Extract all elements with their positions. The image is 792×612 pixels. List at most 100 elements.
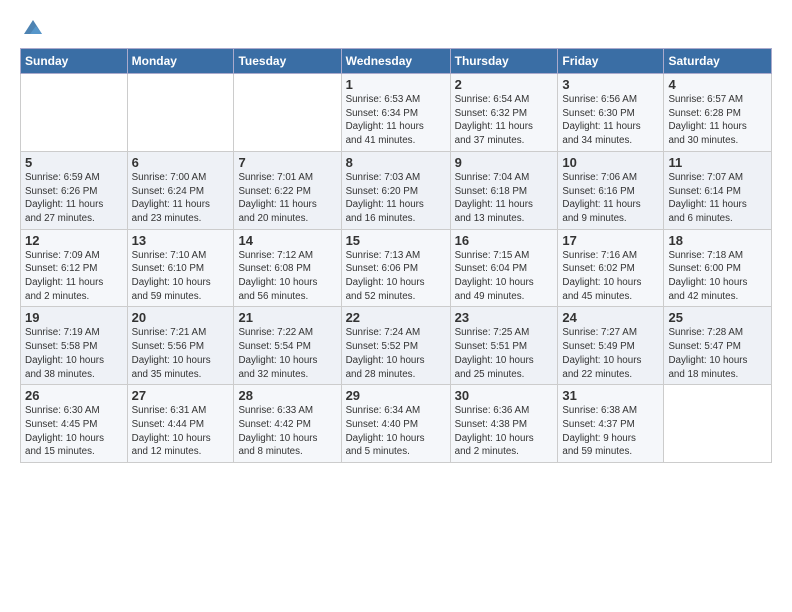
day-info: Sunrise: 7:22 AM Sunset: 5:54 PM Dayligh… — [238, 326, 336, 381]
day-cell: 18Sunrise: 7:18 AM Sunset: 6:00 PM Dayli… — [664, 229, 772, 307]
weekday-header-monday: Monday — [127, 49, 234, 74]
day-cell: 10Sunrise: 7:06 AM Sunset: 6:16 PM Dayli… — [558, 151, 664, 229]
day-number: 14 — [238, 233, 336, 248]
day-cell: 27Sunrise: 6:31 AM Sunset: 4:44 PM Dayli… — [127, 385, 234, 463]
day-cell: 11Sunrise: 7:07 AM Sunset: 6:14 PM Dayli… — [664, 151, 772, 229]
weekday-header-tuesday: Tuesday — [234, 49, 341, 74]
day-info: Sunrise: 7:09 AM Sunset: 6:12 PM Dayligh… — [25, 249, 123, 304]
day-number: 25 — [668, 310, 767, 325]
day-info: Sunrise: 7:06 AM Sunset: 6:16 PM Dayligh… — [562, 171, 659, 226]
day-cell: 26Sunrise: 6:30 AM Sunset: 4:45 PM Dayli… — [21, 385, 128, 463]
day-number: 24 — [562, 310, 659, 325]
day-info: Sunrise: 7:21 AM Sunset: 5:56 PM Dayligh… — [132, 326, 230, 381]
day-number: 28 — [238, 388, 336, 403]
weekday-header-sunday: Sunday — [21, 49, 128, 74]
day-cell: 6Sunrise: 7:00 AM Sunset: 6:24 PM Daylig… — [127, 151, 234, 229]
day-info: Sunrise: 7:18 AM Sunset: 6:00 PM Dayligh… — [668, 249, 767, 304]
day-number: 15 — [346, 233, 446, 248]
day-cell: 15Sunrise: 7:13 AM Sunset: 6:06 PM Dayli… — [341, 229, 450, 307]
day-info: Sunrise: 7:10 AM Sunset: 6:10 PM Dayligh… — [132, 249, 230, 304]
day-info: Sunrise: 7:25 AM Sunset: 5:51 PM Dayligh… — [455, 326, 554, 381]
header — [20, 16, 772, 38]
day-number: 11 — [668, 155, 767, 170]
day-info: Sunrise: 7:01 AM Sunset: 6:22 PM Dayligh… — [238, 171, 336, 226]
day-number: 23 — [455, 310, 554, 325]
day-cell — [127, 74, 234, 152]
day-number: 27 — [132, 388, 230, 403]
day-info: Sunrise: 7:28 AM Sunset: 5:47 PM Dayligh… — [668, 326, 767, 381]
day-number: 3 — [562, 77, 659, 92]
weekday-header-saturday: Saturday — [664, 49, 772, 74]
day-number: 10 — [562, 155, 659, 170]
week-row-5: 26Sunrise: 6:30 AM Sunset: 4:45 PM Dayli… — [21, 385, 772, 463]
day-number: 5 — [25, 155, 123, 170]
day-cell: 22Sunrise: 7:24 AM Sunset: 5:52 PM Dayli… — [341, 307, 450, 385]
day-number: 19 — [25, 310, 123, 325]
week-row-1: 1Sunrise: 6:53 AM Sunset: 6:34 PM Daylig… — [21, 74, 772, 152]
day-cell: 29Sunrise: 6:34 AM Sunset: 4:40 PM Dayli… — [341, 385, 450, 463]
day-cell — [664, 385, 772, 463]
day-number: 18 — [668, 233, 767, 248]
day-cell — [21, 74, 128, 152]
day-cell: 9Sunrise: 7:04 AM Sunset: 6:18 PM Daylig… — [450, 151, 558, 229]
day-info: Sunrise: 6:36 AM Sunset: 4:38 PM Dayligh… — [455, 404, 554, 459]
day-cell: 13Sunrise: 7:10 AM Sunset: 6:10 PM Dayli… — [127, 229, 234, 307]
day-cell — [234, 74, 341, 152]
day-info: Sunrise: 6:31 AM Sunset: 4:44 PM Dayligh… — [132, 404, 230, 459]
calendar-table: SundayMondayTuesdayWednesdayThursdayFrid… — [20, 48, 772, 463]
day-info: Sunrise: 6:34 AM Sunset: 4:40 PM Dayligh… — [346, 404, 446, 459]
day-cell: 31Sunrise: 6:38 AM Sunset: 4:37 PM Dayli… — [558, 385, 664, 463]
weekday-header-friday: Friday — [558, 49, 664, 74]
day-info: Sunrise: 7:07 AM Sunset: 6:14 PM Dayligh… — [668, 171, 767, 226]
day-cell: 14Sunrise: 7:12 AM Sunset: 6:08 PM Dayli… — [234, 229, 341, 307]
day-info: Sunrise: 7:24 AM Sunset: 5:52 PM Dayligh… — [346, 326, 446, 381]
day-number: 9 — [455, 155, 554, 170]
day-cell: 2Sunrise: 6:54 AM Sunset: 6:32 PM Daylig… — [450, 74, 558, 152]
day-cell: 25Sunrise: 7:28 AM Sunset: 5:47 PM Dayli… — [664, 307, 772, 385]
day-info: Sunrise: 7:00 AM Sunset: 6:24 PM Dayligh… — [132, 171, 230, 226]
day-cell: 23Sunrise: 7:25 AM Sunset: 5:51 PM Dayli… — [450, 307, 558, 385]
day-number: 6 — [132, 155, 230, 170]
day-cell: 19Sunrise: 7:19 AM Sunset: 5:58 PM Dayli… — [21, 307, 128, 385]
logo-icon — [22, 16, 44, 38]
week-row-3: 12Sunrise: 7:09 AM Sunset: 6:12 PM Dayli… — [21, 229, 772, 307]
day-number: 31 — [562, 388, 659, 403]
day-cell: 7Sunrise: 7:01 AM Sunset: 6:22 PM Daylig… — [234, 151, 341, 229]
day-cell: 28Sunrise: 6:33 AM Sunset: 4:42 PM Dayli… — [234, 385, 341, 463]
weekday-header-row: SundayMondayTuesdayWednesdayThursdayFrid… — [21, 49, 772, 74]
day-cell: 24Sunrise: 7:27 AM Sunset: 5:49 PM Dayli… — [558, 307, 664, 385]
day-info: Sunrise: 7:19 AM Sunset: 5:58 PM Dayligh… — [25, 326, 123, 381]
day-cell: 16Sunrise: 7:15 AM Sunset: 6:04 PM Dayli… — [450, 229, 558, 307]
day-number: 7 — [238, 155, 336, 170]
week-row-2: 5Sunrise: 6:59 AM Sunset: 6:26 PM Daylig… — [21, 151, 772, 229]
day-number: 21 — [238, 310, 336, 325]
day-info: Sunrise: 6:53 AM Sunset: 6:34 PM Dayligh… — [346, 93, 446, 148]
day-number: 1 — [346, 77, 446, 92]
day-cell: 21Sunrise: 7:22 AM Sunset: 5:54 PM Dayli… — [234, 307, 341, 385]
day-info: Sunrise: 6:33 AM Sunset: 4:42 PM Dayligh… — [238, 404, 336, 459]
day-cell: 30Sunrise: 6:36 AM Sunset: 4:38 PM Dayli… — [450, 385, 558, 463]
day-number: 2 — [455, 77, 554, 92]
day-cell: 3Sunrise: 6:56 AM Sunset: 6:30 PM Daylig… — [558, 74, 664, 152]
day-number: 13 — [132, 233, 230, 248]
day-info: Sunrise: 7:15 AM Sunset: 6:04 PM Dayligh… — [455, 249, 554, 304]
day-number: 30 — [455, 388, 554, 403]
week-row-4: 19Sunrise: 7:19 AM Sunset: 5:58 PM Dayli… — [21, 307, 772, 385]
day-info: Sunrise: 6:56 AM Sunset: 6:30 PM Dayligh… — [562, 93, 659, 148]
day-cell: 1Sunrise: 6:53 AM Sunset: 6:34 PM Daylig… — [341, 74, 450, 152]
day-info: Sunrise: 7:03 AM Sunset: 6:20 PM Dayligh… — [346, 171, 446, 226]
day-info: Sunrise: 7:16 AM Sunset: 6:02 PM Dayligh… — [562, 249, 659, 304]
weekday-header-thursday: Thursday — [450, 49, 558, 74]
day-number: 20 — [132, 310, 230, 325]
day-cell: 5Sunrise: 6:59 AM Sunset: 6:26 PM Daylig… — [21, 151, 128, 229]
day-info: Sunrise: 7:13 AM Sunset: 6:06 PM Dayligh… — [346, 249, 446, 304]
day-cell: 8Sunrise: 7:03 AM Sunset: 6:20 PM Daylig… — [341, 151, 450, 229]
day-info: Sunrise: 7:04 AM Sunset: 6:18 PM Dayligh… — [455, 171, 554, 226]
calendar-page: SundayMondayTuesdayWednesdayThursdayFrid… — [0, 0, 792, 612]
day-cell: 4Sunrise: 6:57 AM Sunset: 6:28 PM Daylig… — [664, 74, 772, 152]
day-number: 29 — [346, 388, 446, 403]
day-info: Sunrise: 6:59 AM Sunset: 6:26 PM Dayligh… — [25, 171, 123, 226]
day-info: Sunrise: 6:38 AM Sunset: 4:37 PM Dayligh… — [562, 404, 659, 459]
day-number: 4 — [668, 77, 767, 92]
day-number: 26 — [25, 388, 123, 403]
